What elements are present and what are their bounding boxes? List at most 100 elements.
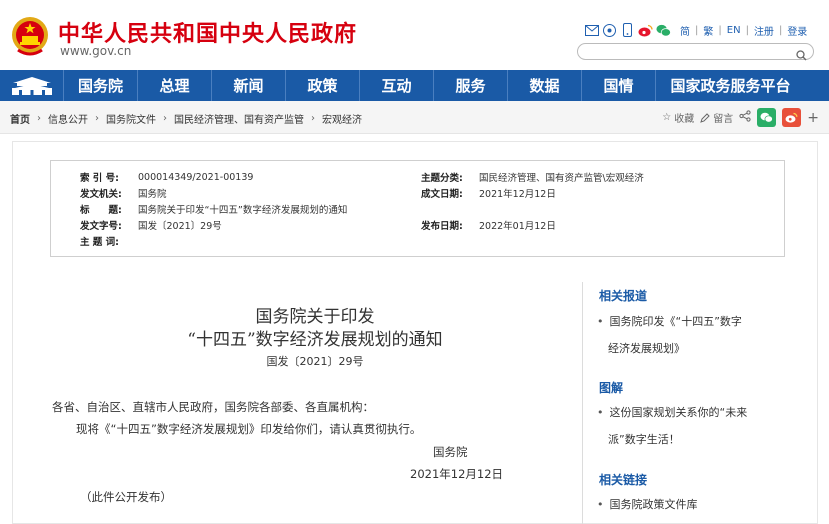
mobile-icon[interactable] (620, 23, 635, 38)
meta-topic: 主题分类: 国民经济管理、国有资产监管\宏观经济 (421, 170, 644, 184)
meta-label: 发布日期: (421, 221, 463, 232)
meta-value: 2022年01月12日 (479, 221, 556, 232)
tiananmen-icon (11, 76, 52, 95)
traditional-link[interactable]: 繁 (703, 23, 713, 38)
nav-item-state-council[interactable]: 国务院 (64, 70, 138, 101)
wechat-icon[interactable] (656, 23, 671, 38)
main-nav: 国务院 总理 新闻 政策 互动 服务 数据 国情 国家政务服务平台 (0, 70, 829, 101)
breadcrumb-item[interactable]: 信息公开 (48, 111, 88, 126)
chevron-right-icon: › (95, 113, 99, 124)
meta-index-no: 索 引 号: 000014349/2021-00139 (80, 170, 254, 185)
chevron-right-icon: › (163, 113, 167, 124)
meta-value: 国务院 (138, 189, 167, 200)
rss-icon[interactable] (602, 23, 617, 38)
meta-value: 国发〔2021〕29号 (138, 221, 222, 232)
illustration-link-cont[interactable]: 派”数字生活！ (608, 427, 680, 453)
related-report-line2: 经济发展规划》 (608, 342, 685, 355)
meta-published-date: 发布日期: 2022年01月12日 (421, 218, 556, 232)
related-links-heading: 相关链接 (599, 473, 648, 487)
separator: | (695, 24, 699, 36)
related-link[interactable]: • 国务院政策文件库 (597, 492, 698, 518)
illustration-line1: 这份国家规划关系你的“未来 (609, 406, 748, 419)
meta-keywords: 主 题 词: (80, 234, 138, 248)
favorite-label: 收藏 (674, 114, 695, 125)
search-box (577, 43, 814, 64)
article-title-line1: 国务院关于印发 (255, 307, 375, 327)
meta-doc-no: 发文字号: 国发〔2021〕29号 (80, 218, 222, 232)
nav-item-news[interactable]: 新闻 (212, 70, 286, 101)
meta-label: 索 引 号: (80, 173, 119, 184)
related-report-link[interactable]: • 国务院印发《“十四五”数字 (597, 309, 742, 335)
meta-label: 发文字号: (80, 221, 122, 232)
meta-label: 主 题 词: (80, 237, 119, 248)
breadcrumb-item[interactable]: 国民经济管理、国有资产监管 (174, 111, 304, 126)
breadcrumb-item[interactable]: 宏观经济 (322, 111, 362, 126)
illustration-heading: 图解 (599, 381, 624, 395)
search-input[interactable] (586, 49, 796, 64)
wechat-share-icon[interactable] (757, 108, 777, 127)
nav-item-data[interactable]: 数据 (508, 70, 582, 101)
mail-icon[interactable] (584, 23, 599, 38)
meta-value: 000014349/2021-00139 (138, 171, 254, 183)
chevron-right-icon: › (37, 113, 41, 124)
breadcrumb-item[interactable]: 国务院文件 (106, 111, 156, 126)
breadcrumb: 首页 › 信息公开 › 国务院文件 › 国民经济管理、国有资产监管 › 宏观经济 (10, 111, 362, 126)
article-date: 2021年12月12日 (410, 467, 504, 481)
favorite-button[interactable]: ☆ 收藏 (662, 110, 694, 125)
site-url: www.gov.cn (60, 44, 132, 58)
meta-created-date: 成文日期: 2021年12月12日 (421, 186, 556, 200)
header-tools: 简 | 繁 | EN | 注册 | 登录 (584, 21, 807, 39)
site-header: 中华人民共和国中央人民政府 www.gov.cn 简 | 繁 | EN | 注册… (0, 0, 829, 70)
breadcrumb-bar: 首页 › 信息公开 › 国务院文件 › 国民经济管理、国有资产监管 › 宏观经济… (0, 101, 829, 134)
plus-icon[interactable]: + (807, 110, 819, 126)
nav-item-services[interactable]: 服务 (434, 70, 508, 101)
chevron-right-icon: › (311, 113, 315, 124)
english-link[interactable]: EN (727, 25, 741, 36)
message-label: 留言 (713, 114, 734, 125)
weibo-icon[interactable] (638, 23, 653, 38)
article-title-line2: “十四五”数字经济发展规划的通知 (187, 330, 443, 350)
national-emblem-icon[interactable] (10, 14, 50, 58)
pen-icon (700, 112, 710, 123)
related-report-line1: 国务院印发《“十四五”数字 (609, 315, 742, 328)
nav-item-policy[interactable]: 政策 (286, 70, 360, 101)
header-links: 简 | 繁 | EN | 注册 | 登录 (680, 23, 807, 38)
nav-item-premier[interactable]: 总理 (138, 70, 212, 101)
nav-item-national-info[interactable]: 国情 (582, 70, 656, 101)
page-tools: ☆ 收藏 留言 + (662, 108, 819, 127)
nav-home[interactable] (0, 70, 64, 101)
search-icon[interactable] (796, 46, 807, 65)
bullet-icon: • (597, 498, 604, 511)
article-signer: 国务院 (433, 445, 468, 459)
meta-issuer: 发文机关: 国务院 (80, 186, 167, 200)
register-link[interactable]: 注册 (754, 23, 774, 38)
star-icon: ☆ (662, 112, 672, 123)
meta-label: 发文机关: (80, 189, 122, 200)
nav-item-interaction[interactable]: 互动 (360, 70, 434, 101)
weibo-share-icon[interactable] (782, 108, 802, 127)
article-salutation: 各省、自治区、直辖市人民政府，国务院各部委、各直属机构： (52, 400, 374, 414)
separator: | (718, 24, 722, 36)
share-icon[interactable] (739, 110, 751, 125)
message-button[interactable]: 留言 (700, 110, 733, 125)
meta-title: 标 题: 国务院关于印发“十四五”数字经济发展规划的通知 (80, 202, 347, 216)
article-note: （此件公开发布） (80, 490, 172, 504)
meta-label: 标 题: (80, 205, 122, 216)
illustration-link[interactable]: • 这份国家规划关系你的“未来 (597, 400, 747, 426)
bullet-icon: • (597, 406, 604, 419)
article-doc-number: 国发〔2021〕29号 (266, 355, 364, 368)
nav-item-gov-service-platform[interactable]: 国家政务服务平台 (656, 70, 805, 101)
separator: | (745, 24, 749, 36)
meta-value: 国务院关于印发“十四五”数字经济发展规划的通知 (138, 205, 348, 216)
related-link-label: 国务院政策文件库 (609, 498, 698, 511)
meta-label: 成文日期: (421, 189, 463, 200)
separator: | (778, 24, 783, 36)
illustration-line2: 派”数字生活！ (608, 433, 680, 446)
simplified-link[interactable]: 简 (680, 23, 690, 38)
meta-value: 2021年12月12日 (479, 189, 556, 200)
bullet-icon: • (597, 315, 604, 328)
breadcrumb-home[interactable]: 首页 (10, 111, 30, 126)
meta-value: 国民经济管理、国有资产监管\宏观经济 (479, 173, 644, 184)
related-report-link-cont[interactable]: 经济发展规划》 (608, 336, 685, 362)
login-link[interactable]: 登录 (787, 23, 807, 38)
